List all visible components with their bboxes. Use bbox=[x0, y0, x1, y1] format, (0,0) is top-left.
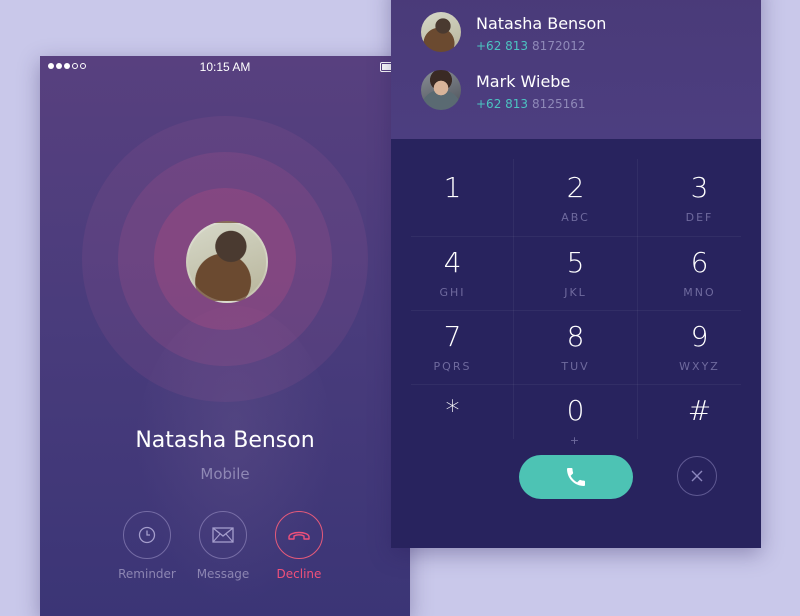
status-bar: 10:15 AM bbox=[40, 56, 410, 78]
key-letters: TUV bbox=[561, 360, 590, 373]
phone-number: 8172012 bbox=[532, 39, 586, 53]
message-label: Message bbox=[196, 567, 250, 581]
country-code: +62 813 bbox=[476, 39, 529, 53]
recent-contacts-list: Natasha Benson +62 813 8172012 Mark Wiebe… bbox=[391, 0, 761, 139]
key-digit: 3 bbox=[690, 171, 709, 204]
key-digit: 7 bbox=[443, 320, 462, 353]
reminder-label: Reminder bbox=[118, 567, 176, 581]
phone-number: 8125161 bbox=[532, 97, 586, 111]
key-hash[interactable]: # bbox=[638, 382, 761, 456]
key-star[interactable]: * bbox=[391, 382, 514, 456]
phone-hangup-icon bbox=[275, 511, 323, 559]
key-9[interactable]: 9 WXYZ bbox=[638, 308, 761, 382]
close-icon bbox=[691, 470, 703, 482]
status-time: 10:15 AM bbox=[199, 60, 251, 74]
contact-name: Natasha Benson bbox=[476, 14, 607, 33]
clear-button[interactable] bbox=[677, 456, 717, 496]
key-digit: 4 bbox=[443, 246, 462, 279]
key-digit: 9 bbox=[690, 320, 709, 353]
contact-row-natasha[interactable]: Natasha Benson +62 813 8172012 bbox=[421, 12, 741, 56]
key-3[interactable]: 3 DEF bbox=[638, 159, 761, 233]
key-2[interactable]: 2 ABC bbox=[514, 159, 637, 233]
key-digit: 1 bbox=[443, 171, 462, 204]
decline-label: Decline bbox=[276, 567, 322, 581]
key-7[interactable]: 7 PQRS bbox=[391, 308, 514, 382]
incoming-call-screen: 10:15 AM Natasha Benson Mobile Reminder … bbox=[40, 56, 410, 616]
avatar bbox=[421, 70, 461, 110]
country-code: +62 813 bbox=[476, 97, 529, 111]
key-digit: 5 bbox=[566, 246, 585, 279]
key-digit: * bbox=[445, 394, 460, 427]
key-0[interactable]: 0 + bbox=[514, 382, 637, 456]
key-digit: 6 bbox=[690, 246, 709, 279]
envelope-icon bbox=[199, 511, 247, 559]
key-6[interactable]: 6 MNO bbox=[638, 234, 761, 308]
key-4[interactable]: 4 GHI bbox=[391, 234, 514, 308]
reminder-button[interactable]: Reminder bbox=[107, 511, 187, 581]
key-letters: GHI bbox=[439, 286, 466, 299]
key-digit: 2 bbox=[566, 171, 585, 204]
key-1[interactable]: 1 bbox=[391, 159, 514, 233]
caller-number-type: Mobile bbox=[200, 465, 250, 483]
key-digit: 8 bbox=[566, 320, 585, 353]
decline-button[interactable]: Decline bbox=[259, 511, 339, 581]
key-letters: JKL bbox=[564, 286, 587, 299]
contact-row-mark[interactable]: Mark Wiebe +62 813 8125161 bbox=[421, 70, 741, 114]
key-letters: WXYZ bbox=[679, 360, 720, 373]
key-5[interactable]: 5 JKL bbox=[514, 234, 637, 308]
contact-name: Mark Wiebe bbox=[476, 72, 571, 91]
key-letters: DEF bbox=[685, 211, 714, 224]
key-digit: # bbox=[687, 394, 712, 427]
key-letters: ABC bbox=[561, 211, 590, 224]
caller-avatar bbox=[186, 221, 268, 303]
phone-icon bbox=[567, 468, 585, 486]
key-letters: PQRS bbox=[433, 360, 472, 373]
dialer-screen: Natasha Benson +62 813 8172012 Mark Wiebe… bbox=[391, 0, 761, 548]
avatar bbox=[421, 12, 461, 52]
contact-number: +62 813 8172012 bbox=[476, 39, 586, 53]
call-button[interactable] bbox=[519, 455, 633, 499]
key-letters: MNO bbox=[683, 286, 716, 299]
message-button[interactable]: Message bbox=[183, 511, 263, 581]
clock-icon bbox=[123, 511, 171, 559]
key-digit: 0 bbox=[566, 394, 585, 427]
contact-number: +62 813 8125161 bbox=[476, 97, 586, 111]
caller-name: Natasha Benson bbox=[135, 428, 315, 453]
key-letters: + bbox=[569, 434, 582, 447]
keypad: 1 2 ABC 3 DEF 4 GHI 5 JKL 6 MNO 7 PQRS 8 TUV 9 W… bbox=[391, 139, 761, 548]
key-8[interactable]: 8 TUV bbox=[514, 308, 637, 382]
